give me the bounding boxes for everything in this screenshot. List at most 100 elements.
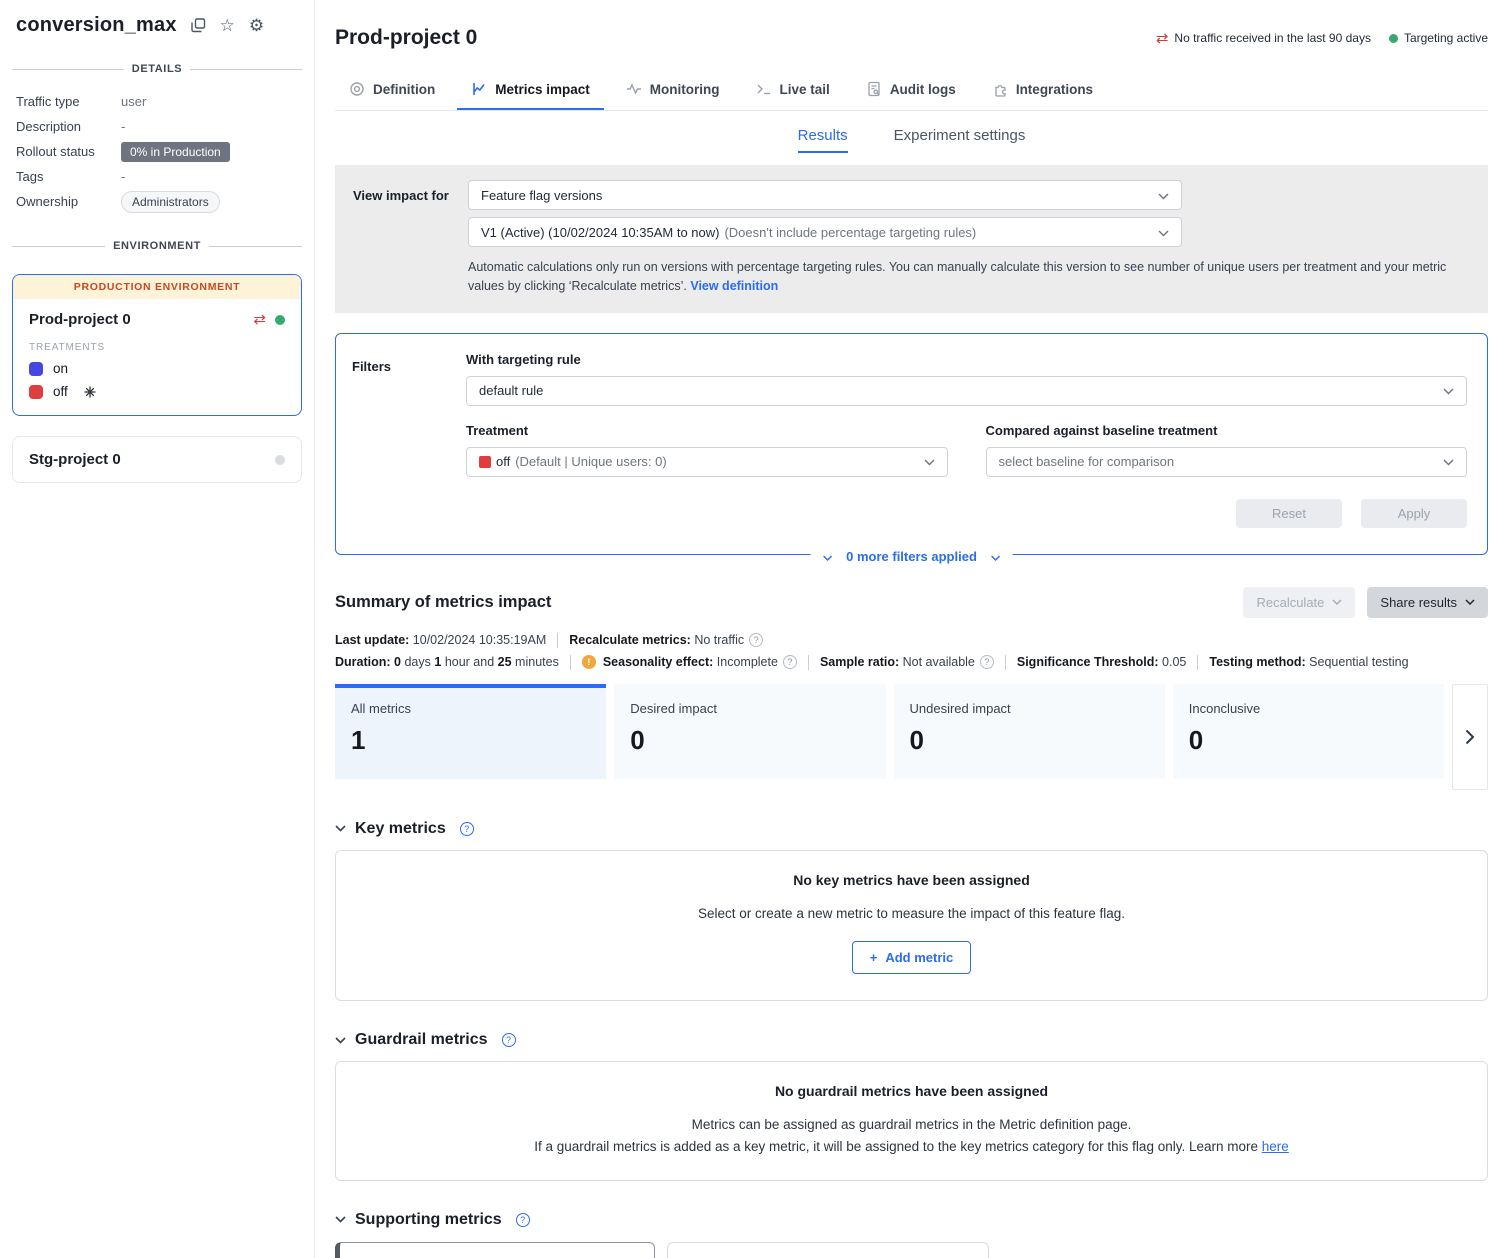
share-results-button[interactable]: Share results [1367, 587, 1488, 618]
tab-monitoring[interactable]: Monitoring [612, 72, 734, 110]
key-metrics-empty-card: No key metrics have been assigned Select… [335, 850, 1488, 1002]
staging-environment-card[interactable]: Stg-project 0 [12, 436, 302, 483]
metric-summary-cards: All metrics 1 Desired impact 0 Undesired… [335, 684, 1488, 790]
version-select[interactable]: V1 (Active) (10/02/2024 10:35AM to now) … [468, 217, 1182, 247]
tab-live-tail[interactable]: Live tail [742, 72, 844, 110]
guardrail-line2: If a guardrail metrics is added as a key… [534, 1139, 1258, 1154]
detail-label: Rollout status [16, 144, 121, 159]
add-metric-button[interactable]: + Add metric [852, 941, 972, 974]
impact-type-select[interactable]: Feature flag versions [468, 180, 1182, 210]
baseline-select[interactable]: select baseline for comparison [986, 447, 1468, 477]
more-filters-toggle[interactable]: 0 more filters applied [810, 549, 1013, 564]
collapse-chevron-icon[interactable] [335, 1037, 346, 1044]
empty-state-text: Select or create a new metric to measure… [356, 903, 1467, 925]
card-undesired-impact[interactable]: Undesired impact 0 [894, 684, 1165, 779]
detail-label: Traffic type [16, 94, 121, 109]
help-icon[interactable]: ? [502, 1033, 516, 1047]
help-icon[interactable]: ? [783, 655, 797, 669]
summary-title: Summary of metrics impact [335, 593, 551, 612]
card-value: 0 [910, 725, 1149, 756]
filters-title: Filters [352, 352, 466, 528]
add-metric-label: Add metric [885, 950, 953, 965]
testing-method-value: Sequential testing [1309, 655, 1408, 669]
chevron-down-icon [1158, 225, 1169, 240]
detail-value: - [121, 119, 125, 134]
duration-minutes-unit: minutes [515, 655, 559, 669]
tab-integrations[interactable]: Integrations [978, 72, 1107, 110]
card-inconclusive[interactable]: Inconclusive 0 [1173, 684, 1444, 779]
divider [557, 633, 558, 648]
help-icon[interactable]: ? [516, 1213, 530, 1227]
chevron-down-icon [1443, 383, 1454, 398]
help-icon[interactable]: ? [980, 655, 994, 669]
targeting-rule-label: With targeting rule [466, 352, 1467, 367]
view-definition-link[interactable]: View definition [690, 279, 778, 293]
flag-header: conversion_max ☆ ⚙ [0, 14, 314, 37]
card-all-metrics[interactable]: All metrics 1 [335, 684, 606, 779]
line-chart-icon [471, 81, 487, 97]
chevron-down-icon [924, 454, 935, 469]
app-root: conversion_max ☆ ⚙ DETAILS Traffic type … [0, 0, 1510, 1258]
card-label: Desired impact [630, 701, 869, 716]
default-treatment-asterisk-icon [84, 386, 96, 398]
detail-value: - [121, 169, 125, 184]
gear-icon[interactable]: ⚙ [249, 17, 264, 34]
manage-metrics-card[interactable]: + Manage metrics [667, 1242, 989, 1258]
treatment-select[interactable]: off (Default | Unique users: 0) [466, 447, 948, 477]
card-label: Undesired impact [910, 701, 1149, 716]
tab-bar: Definition Metrics impact Monitoring [335, 72, 1488, 111]
learn-more-link[interactable]: here [1262, 1139, 1289, 1154]
plus-icon: + [870, 950, 878, 965]
guardrail-metrics-empty-card: No guardrail metrics have been assigned … [335, 1061, 1488, 1180]
reset-button[interactable]: Reset [1236, 499, 1342, 528]
main-header: Prod-project 0 ⇄ No traffic received in … [335, 26, 1488, 50]
recalculate-button[interactable]: Recalculate [1243, 587, 1355, 618]
tab-definition[interactable]: Definition [335, 72, 449, 110]
guardrail-metrics-header: Guardrail metrics ? [335, 1031, 1488, 1049]
seasonality-label: Seasonality effect: [603, 655, 713, 669]
environment-name: Stg-project 0 [29, 451, 121, 468]
collapse-chevron-icon[interactable] [335, 825, 346, 832]
help-icon[interactable]: ? [749, 633, 763, 647]
detail-description: Description - [16, 114, 298, 139]
version-note: (Doesn't include percentage targeting ru… [724, 225, 976, 240]
collapse-chevron-icon[interactable] [335, 1216, 346, 1223]
treatment-on-swatch [29, 362, 43, 376]
help-icon[interactable]: ? [460, 822, 474, 836]
apply-button[interactable]: Apply [1361, 499, 1467, 528]
inactive-dot [275, 455, 285, 465]
detail-tags: Tags - [16, 164, 298, 189]
meta-line-2: Duration: 0 days 1 hour and 25 minutes !… [335, 655, 1488, 670]
last-update-value: 10/02/2024 10:35:19AM [413, 633, 546, 647]
more-filters-label: 0 more filters applied [846, 549, 977, 564]
tab-audit-logs[interactable]: Audit logs [852, 72, 970, 110]
card-label: Inconclusive [1189, 701, 1428, 716]
copy-icon[interactable] [191, 18, 206, 33]
targeting-text: Targeting active [1404, 31, 1488, 45]
targeting-rule-select[interactable]: default rule [466, 376, 1467, 406]
star-icon[interactable]: ☆ [220, 17, 235, 34]
production-environment-card[interactable]: PRODUCTION ENVIRONMENT Prod-project 0 ⇄ … [12, 274, 302, 416]
duration-label: Duration: [335, 655, 391, 669]
subtab-experiment-settings[interactable]: Experiment settings [894, 127, 1026, 153]
version-help-text: Automatic calculations only run on versi… [468, 258, 1468, 297]
empty-state-title: No key metrics have been assigned [356, 872, 1467, 888]
no-traffic-icon: ⇄ [1156, 31, 1169, 46]
metric-card-conversion[interactable]: conversion NOT AVAILABLE N/A ? No calcul… [335, 1242, 655, 1258]
environment-divider: ENVIRONMENT [12, 240, 302, 252]
subtab-results[interactable]: Results [798, 127, 848, 153]
divider [1197, 655, 1198, 670]
sidebar: conversion_max ☆ ⚙ DETAILS Traffic type … [0, 0, 315, 1258]
cards-scroll-right-button[interactable] [1452, 684, 1488, 790]
treatment-off-label: off [53, 384, 68, 399]
guardrail-line1: Metrics can be assigned as guardrail met… [692, 1117, 1132, 1132]
chevron-down-icon [822, 549, 832, 564]
chevron-down-icon [1158, 188, 1169, 203]
ownership-pill[interactable]: Administrators [121, 191, 220, 213]
baseline-label: Compared against baseline treatment [986, 423, 1468, 438]
testing-method-label: Testing method: [1209, 655, 1305, 669]
guardrail-metrics-title: Guardrail metrics [355, 1031, 488, 1049]
tab-metrics-impact[interactable]: Metrics impact [457, 72, 604, 110]
card-desired-impact[interactable]: Desired impact 0 [614, 684, 885, 779]
recalculate-label: Recalculate [1256, 595, 1324, 610]
